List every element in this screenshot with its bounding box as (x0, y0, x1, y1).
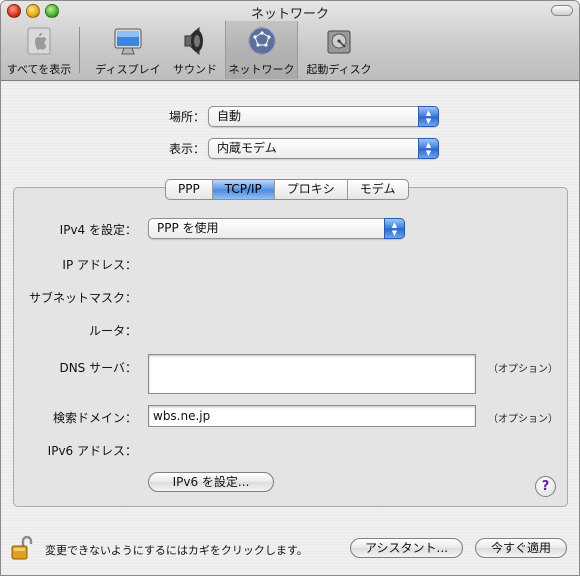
dns-label: DNS サーバ： (59, 361, 137, 375)
toolbar-item-label: 起動ディスク (306, 63, 372, 76)
tab-ppp[interactable]: PPP (166, 180, 213, 199)
help-button[interactable]: ? (535, 476, 556, 497)
ipv4-value: PPP を使用 (157, 221, 219, 235)
search-domain-field[interactable]: wbs.ne.jp (148, 405, 476, 427)
toolbar-separator (79, 27, 80, 73)
ipv6-address-label: IPv6 アドレス： (47, 444, 137, 458)
tab-modem[interactable]: モデム (348, 180, 408, 199)
network-globe-icon (248, 27, 275, 55)
title-toolbar: ネットワーク すべてを表示 ディスプレイ サウンド ネットワーク 起動ディスク (1, 1, 579, 81)
toolbar-item-network[interactable]: ネットワーク (225, 21, 298, 79)
startup-disk-icon (327, 30, 351, 54)
ipv4-configure-popup[interactable]: PPP を使用 ▲ ▼ (148, 218, 405, 239)
apply-now-button[interactable]: 今すぐ適用 (475, 538, 567, 558)
toolbar-item-label: サウンド (173, 63, 217, 76)
lock-open-icon[interactable] (11, 535, 33, 561)
popup-arrows-icon: ▲ ▼ (418, 106, 439, 127)
location-popup[interactable]: 自動 ▲ ▼ (208, 106, 439, 127)
ipv4-label: IPv4 を設定： (59, 223, 137, 237)
show-popup[interactable]: 内蔵モデム ▲ ▼ (208, 138, 439, 159)
popup-arrows-icon: ▲ ▼ (418, 138, 439, 159)
tab-bar: PPP TCP/IP プロキシ モデム (165, 179, 409, 200)
tab-proxies[interactable]: プロキシ (275, 180, 348, 199)
location-value: 自動 (217, 109, 242, 123)
toolbar-item-label: ディスプレイ (95, 63, 161, 76)
assistant-button[interactable]: アシスタント... (350, 538, 463, 558)
router-label: ルータ： (88, 324, 137, 338)
toolbar-item-display[interactable]: ディスプレイ (92, 21, 164, 79)
toolbar-item-label: ネットワーク (228, 63, 295, 76)
preferences-window: ネットワーク すべてを表示 ディスプレイ サウンド ネットワーク 起動ディスク … (0, 0, 580, 576)
location-label: 場所： (168, 110, 205, 124)
search-domain-optional-note: （オプション） (488, 414, 558, 425)
display-icon (114, 28, 142, 55)
search-domain-label: 検索ドメイン： (52, 411, 137, 425)
lock-hint-text: 変更できないようにするにはカギをクリックします。 (45, 544, 308, 557)
popup-arrows-icon: ▲ ▼ (384, 218, 405, 239)
show-all-label: すべてを表示 (6, 63, 72, 76)
toolbar-item-sound[interactable]: サウンド (166, 21, 224, 79)
dns-optional-note: （オプション） (488, 364, 558, 375)
show-value: 内蔵モデム (217, 141, 277, 155)
toolbar-toggle-button[interactable] (551, 5, 573, 16)
window-title: ネットワーク (250, 7, 329, 22)
toolbar-item-startup-disk[interactable]: 起動ディスク (301, 21, 377, 79)
subnet-mask-label: サブネットマスク： (28, 291, 137, 305)
configure-ipv6-button[interactable]: IPv6 を設定... (148, 472, 274, 492)
ip-address-label: IP アドレス： (62, 258, 137, 272)
show-label: 表示： (168, 142, 205, 156)
dns-servers-field[interactable] (148, 354, 476, 394)
tab-tcpip[interactable]: TCP/IP (212, 180, 275, 199)
show-all-button[interactable]: すべてを表示 (3, 21, 75, 79)
speaker-icon (184, 26, 203, 56)
apple-grid-icon (27, 27, 51, 55)
network-pane: 場所： 自動 ▲ ▼ 表示： 内蔵モデム ▲ ▼ PPP TCP/IP プロキシ モ… (1, 82, 579, 575)
